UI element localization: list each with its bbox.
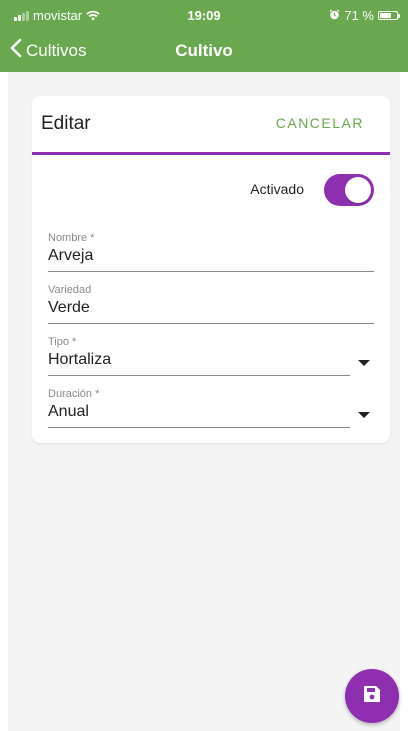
field-underline <box>48 323 374 324</box>
status-right: 71 % <box>329 8 400 23</box>
variedad-label: Variedad <box>48 284 92 296</box>
caret-down-icon[interactable] <box>358 360 370 366</box>
variedad-field[interactable]: Variedad Verde <box>48 284 374 334</box>
card-header: Editar CANCELAR <box>32 96 390 155</box>
tipo-label: Tipo * <box>48 336 77 348</box>
status-bar: movistar 19:09 71 % <box>0 0 408 28</box>
tipo-select[interactable]: Tipo * Hortaliza <box>48 336 374 386</box>
page-title: Cultivo <box>175 41 233 60</box>
battery-icon <box>378 11 400 20</box>
edit-card: Editar CANCELAR Activado Nombre * Arveja… <box>32 96 390 443</box>
alarm-icon <box>329 8 340 23</box>
variedad-value: Verde <box>48 299 90 316</box>
top-bar: movistar 19:09 71 % Cultivos Cultivo <box>0 0 408 72</box>
field-underline <box>48 427 350 428</box>
activated-toggle[interactable] <box>324 174 374 206</box>
toggle-label: Activado <box>250 181 304 197</box>
toggle-knob <box>345 177 371 203</box>
duracion-label: Duración * <box>48 388 100 400</box>
content-area: Editar CANCELAR Activado Nombre * Arveja… <box>8 72 400 731</box>
card-title: Editar <box>41 113 91 134</box>
duracion-select[interactable]: Duración * Anual <box>48 388 374 438</box>
duracion-value: Anual <box>48 403 89 420</box>
nav-bar: Cultivos Cultivo <box>0 30 408 72</box>
cancel-button[interactable]: CANCELAR <box>276 115 364 131</box>
tipo-value: Hortaliza <box>48 351 112 368</box>
nombre-label: Nombre * <box>48 232 95 244</box>
field-underline <box>48 375 350 376</box>
caret-down-icon[interactable] <box>358 412 370 418</box>
save-button[interactable] <box>345 669 399 723</box>
field-underline <box>48 271 374 272</box>
nombre-field[interactable]: Nombre * Arveja <box>48 232 374 282</box>
battery-percent: 71 % <box>344 8 374 23</box>
nombre-value: Arveja <box>48 247 94 264</box>
save-icon <box>363 685 381 708</box>
toggle-row: Activado <box>32 172 390 208</box>
